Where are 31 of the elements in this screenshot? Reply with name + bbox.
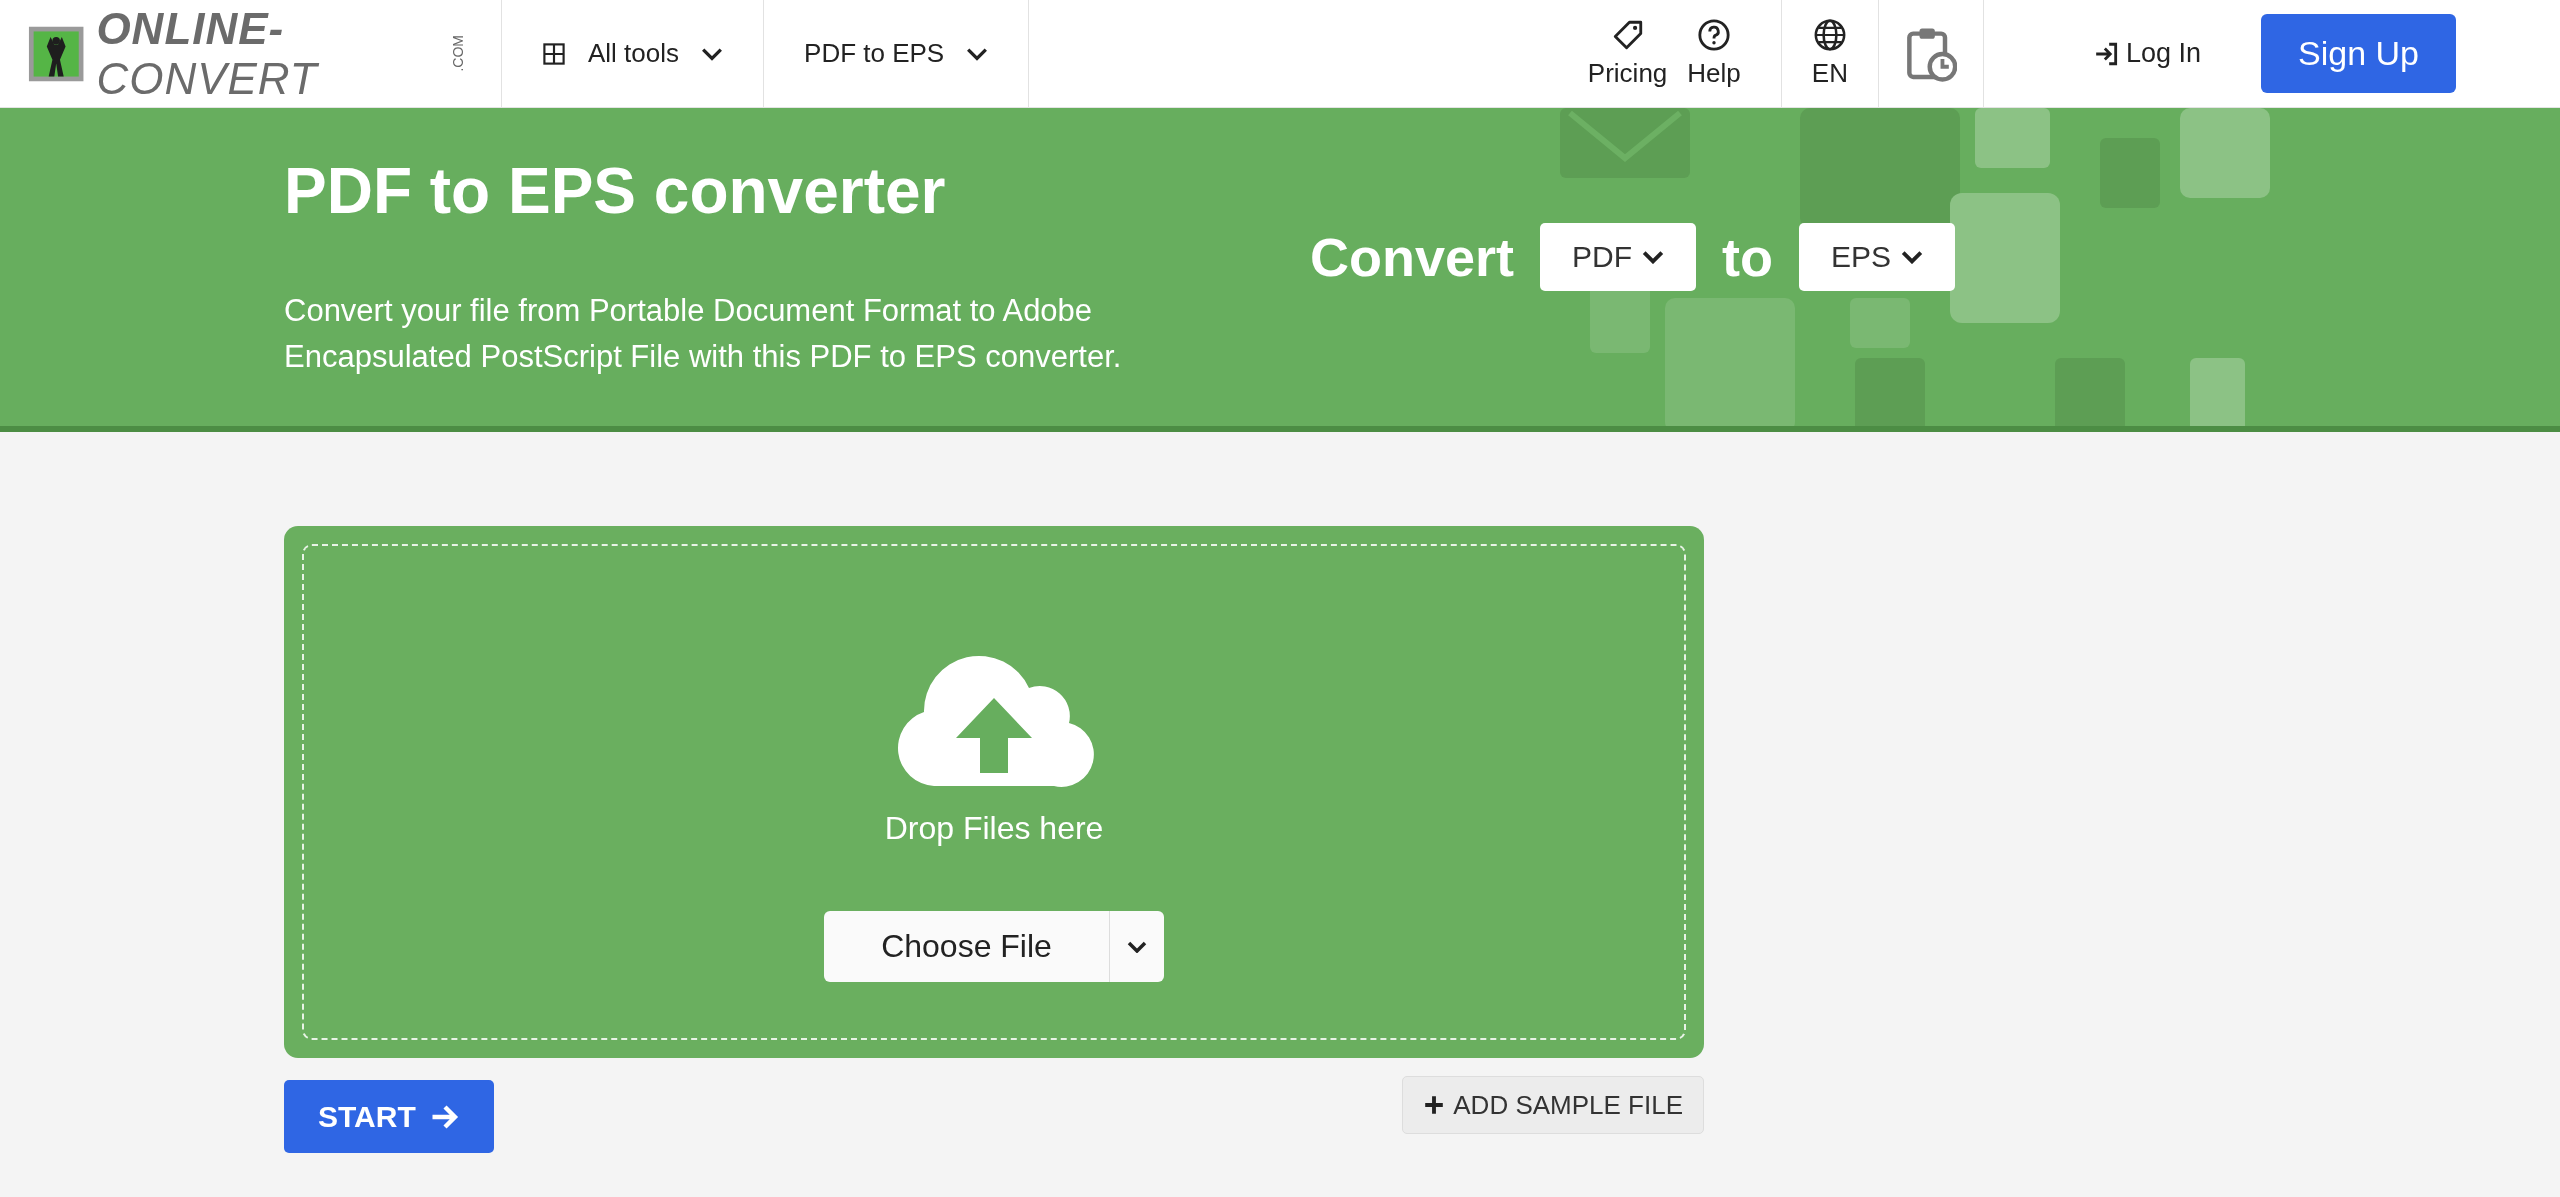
language-selector[interactable]: EN [1781,0,1878,107]
globe-icon [1812,18,1847,52]
nav-dropdown[interactable]: PDF to EPS [764,0,1030,107]
to-label: to [1722,226,1773,288]
page-title: PDF to EPS converter [284,154,947,228]
help-icon [1697,18,1732,52]
format-dropdown[interactable]: PDF [1540,223,1697,291]
convert-label: Convert [1310,226,1515,288]
nav-link[interactable]: Pricing [1587,18,1668,89]
logo-text[interactable]: ONLINE- CONVERT [96,3,446,104]
plus-icon [1423,1094,1446,1116]
start-button[interactable]: START [284,1080,494,1153]
signup-button[interactable]: Sign Up [2261,14,2456,93]
chevron-icon [966,46,989,61]
login-icon [2093,40,2120,67]
drop-zone[interactable]: Drop Files here Choose File [302,544,1686,1040]
format-dropdown[interactable]: EPS [1799,223,1956,291]
chevron-icon [1127,940,1147,953]
source-dropdown-button[interactable] [1110,911,1164,982]
login-link[interactable]: Log In [2093,0,2201,107]
nav-dropdown[interactable]: All tools [502,0,765,107]
chevron-icon [1901,250,1924,264]
add-sample-file-button[interactable]: ADD SAMPLE FILE [1402,1076,1704,1134]
grid-icon [542,41,566,66]
choose-file-button[interactable]: Choose File [824,911,1110,982]
drop-hint: Drop Files here [884,810,1104,847]
logo-suffix: .COM [450,35,466,72]
chevron-icon [1642,250,1665,264]
page-description: Convert your file from Portable Document Format to Adobe Encapsulated PostScript File with this PDF to EPS converter. [284,292,1123,376]
chevron-icon [701,46,724,61]
nav-link[interactable]: Help [1687,18,1741,89]
